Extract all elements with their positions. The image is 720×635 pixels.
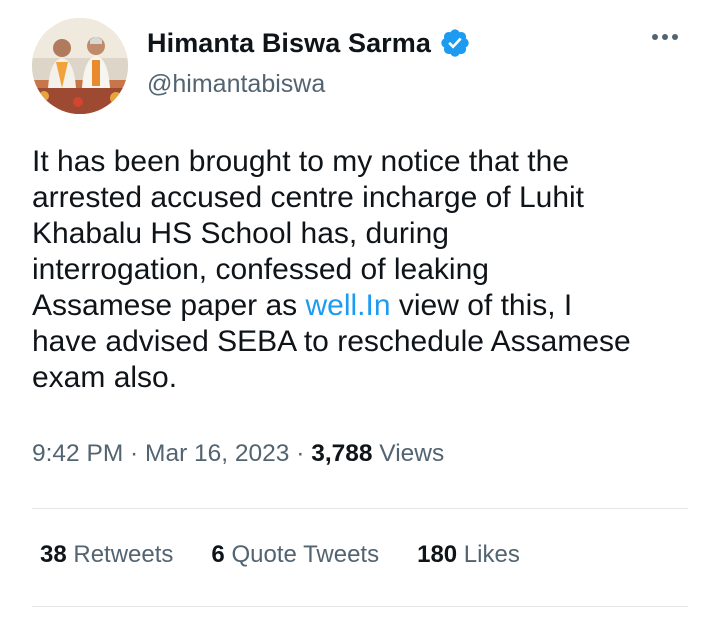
more-dot [662,34,668,40]
quote-tweets-label: Quote Tweets [224,541,380,568]
likes-label: Likes [457,541,520,568]
quote-tweets-stat[interactable]: 6 Quote Tweets [211,541,379,569]
author-display-name[interactable]: Himanta Biswa Sarma [147,28,431,59]
divider [32,508,688,509]
divider [32,606,688,607]
more-dot [652,34,658,40]
avatar[interactable] [32,18,128,114]
meta-separator: · [123,440,146,467]
views-label: Views [372,440,445,467]
avatar-image [32,18,128,114]
views-count: 3,788 [311,440,373,467]
tweet-link[interactable]: well.In [305,289,390,322]
likes-stat[interactable]: 180 Likes [417,541,520,569]
tweet-meta: 9:42 PM · Mar 16, 2023 · 3,788 Views [32,440,444,468]
tweet-time[interactable]: 9:42 PM [32,440,123,467]
tweet-date[interactable]: Mar 16, 2023 [145,440,289,467]
quote-tweets-count: 6 [211,541,225,568]
engagement-stats: 38 Retweets 6 Quote Tweets 180 Likes [40,541,520,569]
author-name-row: Himanta Biswa Sarma [147,27,471,59]
verified-badge-icon[interactable] [439,27,471,59]
meta-separator: · [289,440,312,467]
tweet-text: It has been brought to my notice that th… [32,144,702,396]
more-dot [672,34,678,40]
retweets-count: 38 [40,541,67,568]
author-handle[interactable]: @himantabiswa [147,70,325,99]
retweets-label: Retweets [66,541,174,568]
tweet-card: Himanta Biswa Sarma @himantabiswa It has… [0,0,720,635]
retweets-stat[interactable]: 38 Retweets [40,541,173,569]
likes-count: 180 [417,541,458,568]
more-options-icon[interactable] [652,34,678,40]
